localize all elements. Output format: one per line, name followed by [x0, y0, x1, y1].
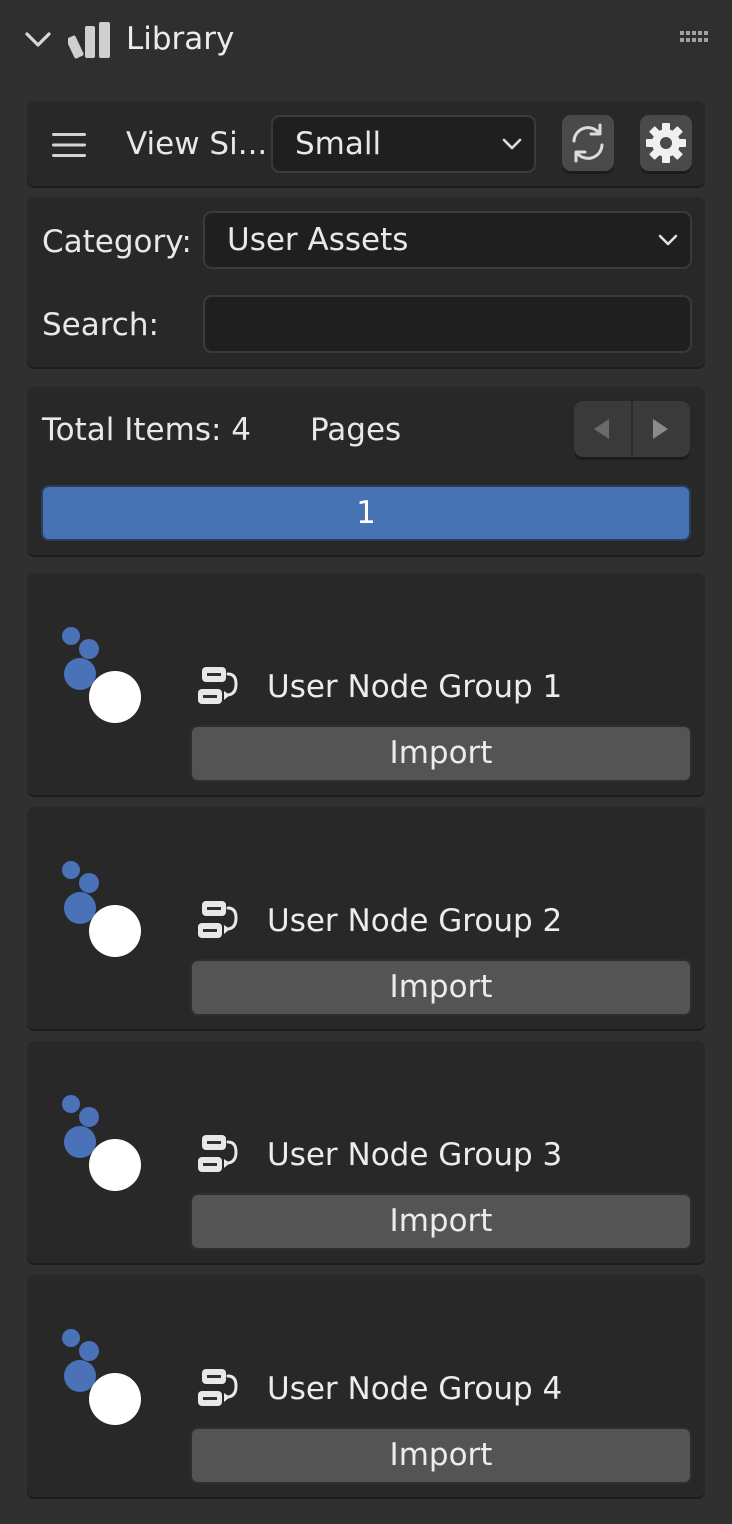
search-label: Search: [42, 307, 159, 343]
triangle-left-icon[interactable] [590, 416, 614, 442]
import-button[interactable]: Import [190, 725, 692, 782]
node-group-thumbnail [62, 1329, 141, 1425]
refresh-icon [572, 123, 604, 163]
view-size-dropdown[interactable]: Small [271, 115, 536, 173]
node-group-icon [198, 667, 238, 704]
total-items-label: Total Items: 4 [42, 412, 251, 448]
pages-label: Pages [310, 412, 402, 448]
asset-name: User Node Group 2 [267, 903, 563, 939]
node-group-icon [198, 901, 238, 938]
chevron-down-icon [502, 138, 522, 150]
hamburger-menu-icon[interactable] [50, 131, 88, 159]
asset-name: User Node Group 1 [267, 669, 563, 705]
node-group-icon [198, 1369, 238, 1406]
asset-name: User Node Group 4 [267, 1371, 563, 1407]
page-nav-divider [631, 401, 633, 457]
node-group-thumbnail [62, 627, 141, 723]
triangle-right-icon[interactable] [648, 416, 672, 442]
page-1-button[interactable]: 1 [41, 485, 691, 541]
library-icon [68, 22, 110, 59]
node-group-thumbnail [62, 1095, 141, 1191]
import-button[interactable]: Import [190, 959, 692, 1016]
gear-icon [646, 123, 686, 163]
node-group-thumbnail [62, 861, 141, 957]
import-button[interactable]: Import [190, 1427, 692, 1484]
chevron-down-icon [658, 234, 678, 246]
view-size-value: Small [295, 126, 382, 162]
settings-button[interactable] [640, 115, 692, 171]
view-size-label: View Si... [126, 126, 268, 162]
chevron-down-icon[interactable] [24, 28, 52, 52]
category-label: Category: [42, 224, 192, 260]
drag-handle-icon[interactable] [680, 30, 710, 44]
category-dropdown[interactable]: User Assets [203, 211, 692, 269]
search-input[interactable] [203, 295, 692, 353]
asset-name: User Node Group 3 [267, 1137, 563, 1173]
import-button[interactable]: Import [190, 1193, 692, 1250]
category-value: User Assets [227, 222, 409, 258]
refresh-button[interactable] [562, 115, 614, 171]
panel-title: Library [126, 21, 235, 57]
node-group-icon [198, 1135, 238, 1172]
